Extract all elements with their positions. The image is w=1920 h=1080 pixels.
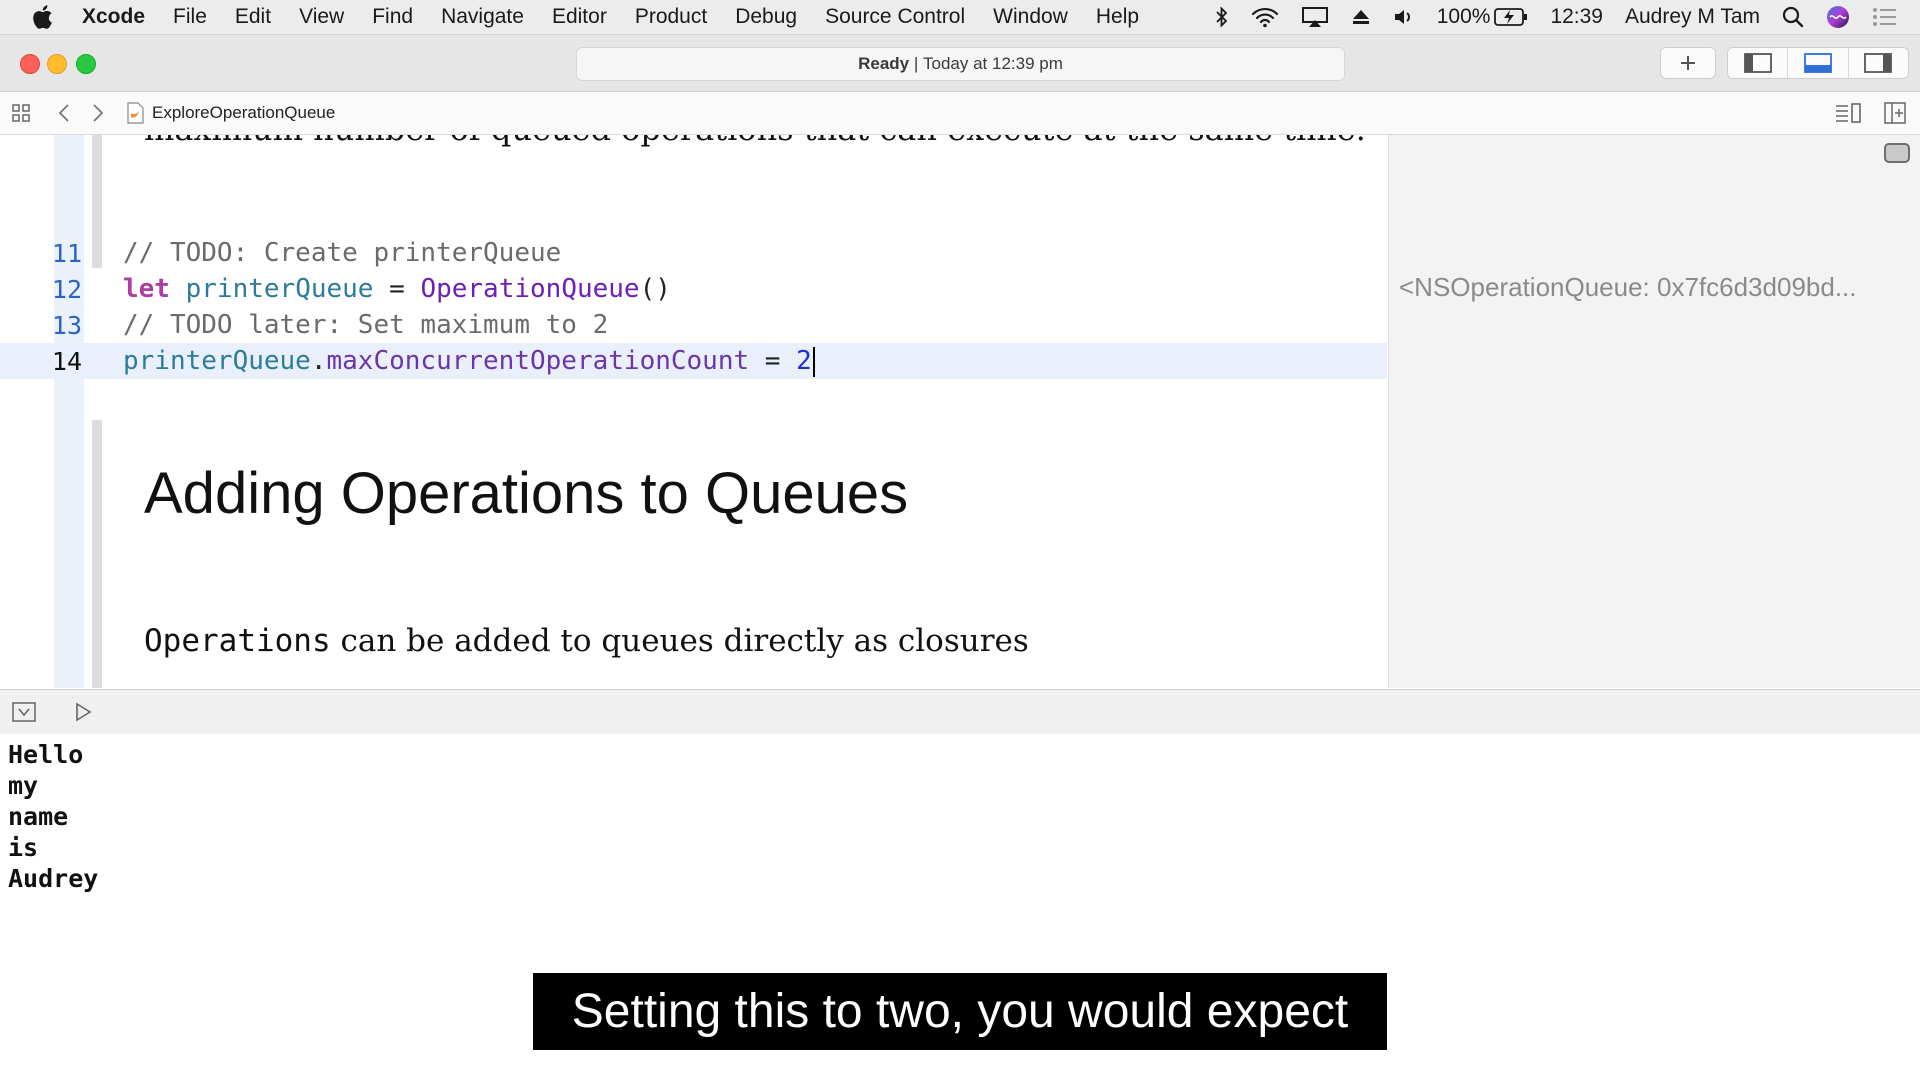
results-sidebar: <NSOperationQueue: 0x7fc6d3d09bd... [1388, 135, 1920, 688]
console-line: Audrey [8, 864, 99, 893]
menu-product[interactable]: Product [635, 5, 707, 29]
markup-paragraph: Operations can be added to queues direct… [144, 623, 1029, 659]
close-window-button[interactable] [20, 54, 40, 74]
console-line: my [8, 771, 39, 800]
status-separator: | [909, 54, 924, 73]
menu-debug[interactable]: Debug [735, 5, 797, 29]
code-line: // TODO: Create printerQueue [123, 238, 562, 268]
menu-xcode[interactable]: Xcode [82, 5, 145, 29]
variable-name: printerQueue [185, 274, 374, 304]
result-value[interactable]: <NSOperationQueue: 0x7fc6d3d09bd... [1399, 272, 1857, 303]
markup-code-word: Operations [144, 623, 331, 659]
jump-bar: ExploreOperationQueue [0, 92, 1920, 135]
eject-icon[interactable] [1351, 7, 1371, 27]
console-line: is [8, 833, 39, 862]
code-line: printerQueue.maxConcurrentOperationCount… [123, 346, 815, 377]
type-name: OperationQueue [420, 274, 640, 304]
hide-debug-area-icon[interactable] [12, 702, 36, 722]
property-name: maxConcurrentOperationCount [326, 346, 750, 376]
panel-toggle-group [1727, 47, 1909, 79]
code-line: let printerQueue = OperationQueue() [123, 274, 671, 304]
toggle-navigator-button[interactable] [1728, 48, 1789, 78]
editor-options-icon[interactable] [1834, 102, 1862, 124]
menu-editor[interactable]: Editor [552, 5, 607, 29]
text-cursor [812, 346, 815, 377]
toggle-inspector-button[interactable] [1849, 48, 1908, 78]
left-panel-icon [1743, 53, 1772, 73]
window-toolbar: Ready | Today at 12:39 pm [0, 35, 1920, 92]
battery-charging-icon[interactable] [1494, 8, 1528, 26]
menu-window[interactable]: Window [993, 5, 1068, 29]
operator: = [373, 274, 421, 304]
debug-bar [0, 689, 1920, 735]
video-caption: Setting this to two, you would expect [533, 973, 1387, 1050]
menu-find[interactable]: Find [372, 5, 413, 29]
menu-help[interactable]: Help [1096, 5, 1139, 29]
bottom-panel-icon [1804, 53, 1832, 73]
right-panel-icon [1864, 53, 1893, 73]
menu-bar: Xcode File Edit View Find Navigate Edito… [0, 0, 1920, 35]
bluetooth-icon[interactable] [1215, 6, 1229, 28]
siri-icon[interactable] [1826, 5, 1850, 29]
dot: . [310, 346, 327, 376]
markup-rule [92, 135, 102, 268]
parens: () [639, 274, 671, 304]
menu-file[interactable]: File [173, 5, 207, 29]
menu-navigate[interactable]: Navigate [441, 5, 524, 29]
code-line: // TODO later: Set maximum to 2 [123, 310, 609, 340]
spotlight-search-icon[interactable] [1782, 6, 1804, 28]
keyword: let [123, 274, 170, 304]
quick-look-toggle-button[interactable] [1884, 143, 1910, 163]
source-editor[interactable]: maximum number of queued operations that… [0, 135, 1387, 688]
add-editor-icon[interactable] [1884, 102, 1906, 124]
plus-icon [1681, 56, 1695, 70]
battery-percent[interactable]: 100% [1437, 5, 1491, 29]
playground-file-icon [126, 102, 144, 124]
status-ready: Ready [858, 54, 910, 73]
markup-rule [92, 420, 102, 688]
menu-extras: 100% 12:39 Audrey M Tam [1193, 0, 1920, 34]
line-number: 11 [51, 239, 82, 268]
zoom-window-button[interactable] [76, 54, 96, 74]
run-playground-icon[interactable] [74, 702, 92, 722]
menu-view[interactable]: View [299, 5, 344, 29]
variable-name: printerQueue [123, 346, 311, 376]
menu-clock[interactable]: 12:39 [1550, 5, 1603, 29]
minimize-window-button[interactable] [47, 54, 67, 74]
forward-chevron-icon[interactable] [92, 103, 104, 123]
menu-edit[interactable]: Edit [235, 5, 271, 29]
menu-source-control[interactable]: Source Control [825, 5, 965, 29]
line-number: 13 [51, 311, 82, 340]
breadcrumb-file[interactable]: ExploreOperationQueue [152, 103, 335, 123]
notification-center-icon[interactable] [1872, 7, 1898, 27]
line-number-current: 14 [51, 347, 82, 376]
number-literal: 2 [796, 346, 812, 376]
activity-status: Ready | Today at 12:39 pm [576, 47, 1345, 81]
airplay-icon[interactable] [1301, 6, 1329, 28]
operator: = [749, 346, 797, 376]
gutter-strip [54, 135, 84, 688]
wifi-icon[interactable] [1251, 6, 1279, 28]
markup-text: maximum number of queued operations that… [144, 135, 1366, 148]
console-line: name [8, 802, 69, 831]
markup-paragraph-text: can be added to queues directly as closu… [330, 623, 1029, 659]
status-time: Today at 12:39 pm [923, 54, 1063, 73]
back-chevron-icon[interactable] [58, 103, 70, 123]
toggle-debug-area-button[interactable] [1788, 48, 1849, 78]
console-line: Hello [8, 740, 84, 769]
apple-logo-icon[interactable] [28, 3, 56, 31]
volume-icon[interactable] [1393, 7, 1415, 27]
add-library-button[interactable] [1660, 47, 1716, 79]
menu-user[interactable]: Audrey M Tam [1625, 5, 1760, 29]
related-items-grid-icon[interactable] [10, 103, 32, 123]
line-number: 12 [51, 275, 82, 304]
markup-heading: Adding Operations to Queues [144, 461, 909, 526]
